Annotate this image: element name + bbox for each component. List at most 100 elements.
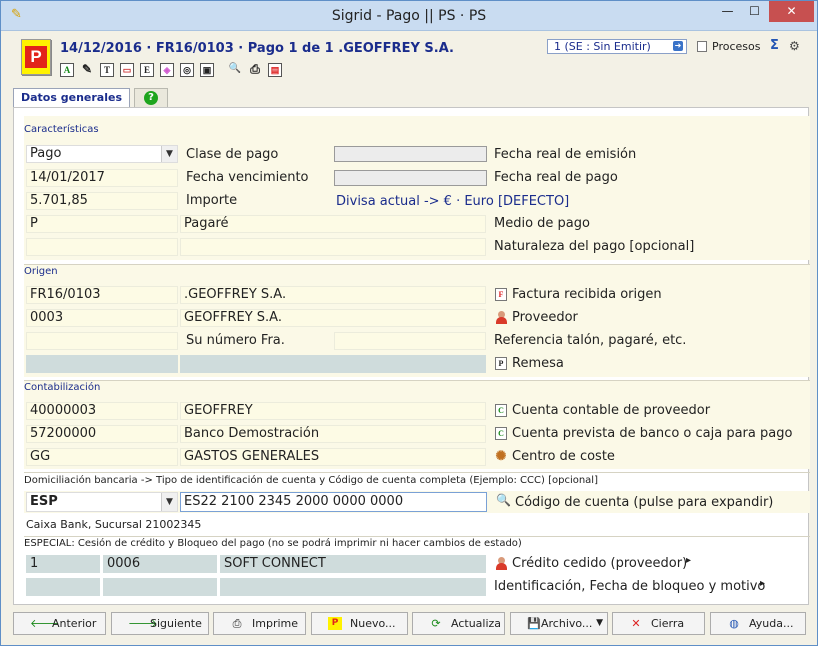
bank-branch-text: Caixa Bank, Sucursal 21002345: [26, 518, 202, 531]
search-expand-icon[interactable]: 🔍: [496, 494, 511, 508]
contabilizacion-header: Contabilización: [24, 382, 101, 393]
tipo-cuenta-select[interactable]: ESP ▼: [26, 492, 178, 512]
remesa-icon[interactable]: P: [495, 357, 507, 370]
bloqueo-motivo-field[interactable]: [220, 578, 486, 596]
anterior-label: Anterior: [52, 617, 97, 630]
siguiente-label: Siguiente: [150, 617, 202, 630]
ayuda-button[interactable]: ◍ Ayuda...: [710, 612, 806, 635]
arrow-right-icon[interactable]: ▸: [760, 578, 765, 589]
image-icon[interactable]: ▣: [200, 63, 214, 77]
fecha-vencimiento-label: Fecha vencimiento: [186, 170, 309, 185]
print-icon[interactable]: ⎙: [248, 63, 262, 77]
edit-pen-icon[interactable]: ✎: [80, 63, 94, 77]
archivo-button[interactable]: 💾 Archivo... ▼: [510, 612, 608, 635]
referencia-label: Referencia talón, pagaré, etc.: [494, 333, 687, 348]
text-e-icon[interactable]: E: [140, 63, 154, 77]
person-icon[interactable]: [495, 311, 508, 324]
su-numero-label: Su número Fra.: [186, 333, 285, 348]
naturaleza-name-field: [180, 238, 486, 256]
cierra-label: Cierra: [651, 617, 685, 630]
fecha-emision-field[interactable]: [334, 146, 487, 162]
save-icon: 💾: [527, 617, 541, 630]
imprime-button[interactable]: ⎙ Imprime: [213, 612, 306, 635]
referencia-field[interactable]: [334, 332, 486, 350]
chevron-down-icon: ▼: [596, 618, 603, 628]
bloqueo-label[interactable]: Identificación, Fecha de bloqueo y motiv…: [494, 579, 765, 594]
fecha-pago-field[interactable]: [334, 170, 487, 186]
gears-icon[interactable]: ⚙: [789, 39, 800, 53]
document-title: 14/12/2016 · FR16/0103 · Pago 1 de 1 .GE…: [60, 41, 454, 56]
proveedor-name-field: GEOFFREY S.A.: [180, 309, 486, 327]
cuenta-banco-label[interactable]: Cuenta prevista de banco o caja para pag…: [512, 426, 792, 441]
centro-coste-code-field[interactable]: GG: [26, 448, 178, 466]
credito-cedido-label[interactable]: Crédito cedido (proveedor): [512, 556, 687, 571]
account-icon[interactable]: C: [495, 404, 507, 417]
nuevo-button[interactable]: P Nuevo...: [311, 612, 408, 635]
state-selector[interactable]: 1 (SE : Sin Emitir) ➜: [547, 39, 687, 54]
origen-header: Origen: [24, 266, 58, 277]
divisa-link[interactable]: Divisa actual -> € · Euro [DEFECTO]: [336, 194, 569, 209]
siguiente-button[interactable]: 🡒 Siguiente: [111, 612, 209, 635]
invoice-icon[interactable]: F: [495, 288, 507, 301]
naturaleza-code-field[interactable]: [26, 238, 178, 256]
maximize-button[interactable]: ☐: [741, 1, 768, 22]
fecha-vencimiento-field[interactable]: 14/01/2017: [26, 169, 178, 187]
centro-coste-label[interactable]: Centro de coste: [512, 449, 615, 464]
bloqueo-date-field[interactable]: [103, 578, 217, 596]
chevron-down-icon[interactable]: ▼: [161, 146, 177, 162]
procesos-link[interactable]: Procesos: [697, 40, 760, 53]
note-icon[interactable]: ▭: [120, 63, 134, 77]
window-title: Sigrid - Pago || PS · PS: [331, 8, 487, 24]
factura-code-field[interactable]: FR16/0103: [26, 286, 178, 304]
cuenta-proveedor-label[interactable]: Cuenta contable de proveedor: [512, 403, 710, 418]
color-palette-icon[interactable]: ◈: [160, 63, 174, 77]
text-a-icon[interactable]: A: [60, 63, 74, 77]
factura-label[interactable]: Factura recibida origen: [512, 287, 662, 302]
account-icon[interactable]: C: [495, 427, 507, 440]
chevron-down-icon[interactable]: ▼: [161, 493, 177, 511]
tab-datos-generales[interactable]: Datos generales: [13, 88, 130, 107]
remesa-label[interactable]: Remesa: [512, 356, 564, 371]
close-button[interactable]: ✕: [769, 1, 814, 22]
person-icon[interactable]: [495, 557, 508, 570]
codigo-cuenta-input[interactable]: ES22 2100 2345 2000 0000 0000: [180, 492, 487, 512]
proveedor-label[interactable]: Proveedor: [512, 310, 578, 325]
ayuda-label: Ayuda...: [749, 617, 794, 630]
medio-pago-code-field[interactable]: P: [26, 215, 178, 233]
codigo-cuenta-label[interactable]: Código de cuenta (pulse para expandir): [515, 495, 773, 510]
credito-flag-field[interactable]: 1: [26, 555, 100, 573]
naturaleza-label: Naturaleza del pago [opcional]: [494, 239, 695, 254]
cost-center-gear-icon[interactable]: ✺: [495, 449, 507, 463]
fecha-emision-label: Fecha real de emisión: [494, 147, 637, 162]
printer-icon: ⎙: [232, 617, 242, 630]
arrow-right-icon[interactable]: ▸: [686, 555, 691, 566]
procesos-label: Procesos: [712, 40, 761, 53]
new-payment-icon: P: [328, 617, 342, 630]
cierra-button[interactable]: ✕ Cierra: [612, 612, 705, 635]
pdf-icon[interactable]: ▤: [268, 63, 282, 77]
bloqueo-flag-field[interactable]: [26, 578, 100, 596]
state-arrow-icon: ➜: [673, 41, 683, 51]
preview-icon[interactable]: 🔍: [228, 63, 242, 77]
centro-coste-name-field: GASTOS GENERALES: [180, 448, 486, 466]
cuenta-proveedor-code-field[interactable]: 40000003: [26, 402, 178, 420]
actualiza-button[interactable]: ⟳ Actualiza: [412, 612, 505, 635]
refresh-icon: ⟳: [431, 617, 441, 630]
credito-name-field: SOFT CONNECT: [220, 555, 486, 573]
proveedor-code-field[interactable]: 0003: [26, 309, 178, 327]
domiciliacion-header: Domiciliación bancaria -> Tipo de identi…: [24, 475, 598, 486]
help-icon: ?: [144, 91, 158, 105]
text-t-icon[interactable]: T: [100, 63, 114, 77]
clase-pago-select[interactable]: Pago ▼: [26, 145, 178, 163]
cuenta-banco-code-field[interactable]: 57200000: [26, 425, 178, 443]
credito-code-field[interactable]: 0006: [103, 555, 217, 573]
tab-help[interactable]: ?: [134, 88, 168, 107]
divider: [24, 536, 810, 537]
su-numero-field[interactable]: [26, 332, 178, 350]
anterior-button[interactable]: 🡐 Anterior: [13, 612, 106, 635]
minimize-button[interactable]: —: [714, 1, 741, 22]
especial-header: ESPECIAL: Cesión de crédito y Bloqueo de…: [24, 538, 522, 549]
sigma-icon[interactable]: Σ: [770, 38, 779, 53]
target-icon[interactable]: ◎: [180, 63, 194, 77]
importe-field[interactable]: 5.701,85: [26, 192, 178, 210]
